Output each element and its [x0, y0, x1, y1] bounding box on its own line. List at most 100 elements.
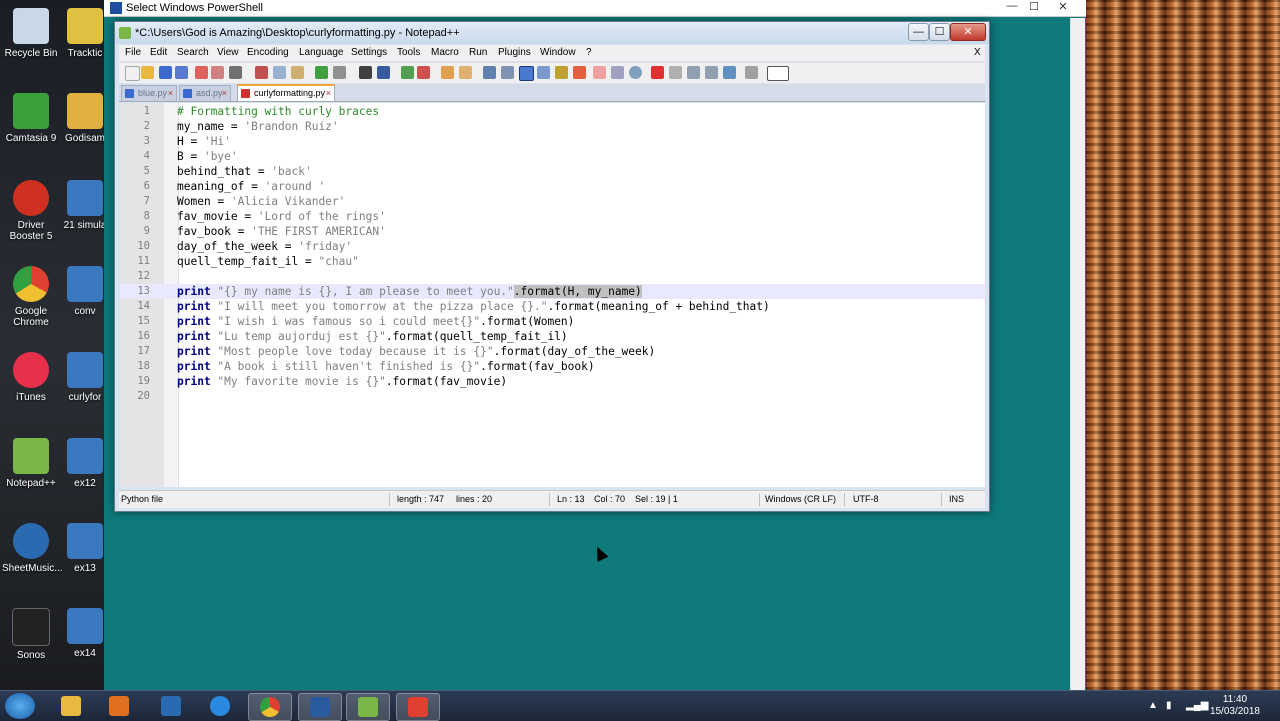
sonos-icon	[12, 608, 50, 646]
code-line: 3H = 'Hi'	[143, 135, 231, 148]
folder-icon	[61, 696, 81, 716]
tab-asd-py[interactable]: asd.py ×	[179, 85, 231, 101]
code-editor[interactable]: 1 # Formatting with curly braces 2 my_name…	[120, 103, 985, 487]
tab-close-icon[interactable]: ×	[168, 86, 173, 101]
powershell-titlebar[interactable]: Select Windows PowerShell — ☐ ✕	[104, 0, 1086, 17]
paste-icon[interactable]	[291, 66, 304, 79]
taskbar-media-player[interactable]	[98, 693, 140, 719]
folder-workspace-icon[interactable]	[593, 66, 606, 79]
redo-icon[interactable]	[333, 66, 346, 79]
replace-icon[interactable]	[377, 66, 390, 79]
menu-window[interactable]: Window	[540, 47, 576, 58]
taskbar-app-a[interactable]	[150, 693, 192, 719]
chrome-icon	[13, 266, 49, 302]
menu-encoding[interactable]: Encoding	[247, 47, 289, 58]
save-icon[interactable]	[159, 66, 172, 79]
minimize-button[interactable]: —	[908, 23, 929, 41]
tab-close-icon[interactable]: ×	[326, 86, 331, 101]
menu-help[interactable]: ?	[586, 47, 592, 58]
minimize-button[interactable]: —	[1001, 0, 1023, 12]
taskbar-powershell[interactable]	[298, 693, 342, 721]
menu-plugins[interactable]: Plugins	[498, 47, 531, 58]
document-tabs: blue.py × asd.py × curlyformatting.py ×	[119, 84, 985, 102]
signal-icon[interactable]: ▂▄▆	[1186, 700, 1208, 711]
menu-search[interactable]: Search	[177, 47, 209, 58]
menu-edit[interactable]: Edit	[150, 47, 167, 58]
close-all-icon[interactable]	[211, 66, 224, 79]
copy-icon[interactable]	[273, 66, 286, 79]
function-list-icon[interactable]	[573, 66, 586, 79]
desktop-icon-notepadpp[interactable]: Notepad++	[2, 438, 60, 489]
desktop-icon-sheetmusic[interactable]: SheetMusic...	[2, 523, 63, 574]
sync-h-icon[interactable]	[459, 66, 472, 79]
system-clock[interactable]: 11:40 15/03/2018	[1210, 694, 1260, 718]
spell-check-icon[interactable]	[767, 66, 789, 81]
desktop-icon-camtasia[interactable]: Camtasia 9	[2, 93, 60, 144]
zoom-out-icon[interactable]	[417, 66, 430, 79]
internet-explorer-icon	[210, 696, 230, 716]
close-button[interactable]: ✕	[950, 23, 986, 41]
code-line: 5 behind_that = 'back'	[143, 165, 312, 178]
driver-booster-icon	[13, 180, 49, 216]
taskbar-file-explorer[interactable]	[50, 693, 92, 719]
desktop-icon-driver-booster[interactable]: Driver Booster 5	[2, 180, 60, 242]
zoom-in-icon[interactable]	[401, 66, 414, 79]
taskbar-internet-explorer[interactable]	[199, 693, 241, 719]
maximize-button[interactable]: ☐	[1023, 0, 1045, 13]
menu-macro[interactable]: Macro	[431, 47, 459, 58]
sync-v-icon[interactable]	[441, 66, 454, 79]
text-selection: .format(H, my_name)	[513, 285, 642, 298]
status-line: Ln : 13	[557, 494, 585, 504]
unsaved-file-icon	[241, 89, 250, 98]
play-multiple-icon[interactable]	[705, 66, 718, 79]
close-button[interactable]: ✕	[1052, 0, 1074, 13]
tab-close-icon[interactable]: ×	[222, 86, 227, 101]
cut-icon[interactable]	[255, 66, 268, 79]
tab-blue-py[interactable]: blue.py ×	[121, 85, 177, 101]
doc-map-icon[interactable]	[555, 66, 568, 79]
menu-file[interactable]: File	[125, 47, 141, 58]
status-bar: Python file length : 747 lines : 20 Ln :…	[119, 490, 985, 508]
powershell-scrollbar[interactable]	[1070, 18, 1085, 690]
desktop-icon-sonos[interactable]: Sonos	[2, 608, 60, 661]
play-macro-icon[interactable]	[687, 66, 700, 79]
find-icon[interactable]	[359, 66, 372, 79]
menu-settings[interactable]: Settings	[351, 47, 387, 58]
python-file-icon	[67, 180, 103, 216]
save-macro-icon[interactable]	[723, 66, 736, 79]
taskbar-camtasia[interactable]	[396, 693, 440, 721]
indent-guide-icon[interactable]	[519, 66, 534, 81]
tools-icon[interactable]	[745, 66, 758, 79]
new-file-icon[interactable]	[125, 66, 140, 81]
record-macro-icon[interactable]	[651, 66, 664, 79]
start-button[interactable]	[5, 693, 35, 719]
monitoring-icon[interactable]	[611, 66, 624, 79]
menu-view[interactable]: View	[217, 47, 239, 58]
show-all-chars-icon[interactable]	[501, 66, 514, 79]
desktop-icon-recycle-bin[interactable]: Recycle Bin	[2, 8, 60, 59]
app-store-icon	[161, 696, 181, 716]
menu-tools[interactable]: Tools	[397, 47, 420, 58]
taskbar-notepadpp[interactable]	[346, 693, 390, 721]
close-document-button[interactable]: X	[974, 47, 981, 58]
eye-icon[interactable]	[629, 66, 642, 79]
save-all-icon[interactable]	[175, 66, 188, 79]
notepadpp-window[interactable]: *C:\Users\God is Amazing\Desktop\curlyfo…	[114, 21, 990, 512]
notepadpp-titlebar[interactable]: *C:\Users\God is Amazing\Desktop\curlyfo…	[115, 22, 989, 44]
lang-define-icon[interactable]	[537, 66, 550, 79]
maximize-button[interactable]: ☐	[929, 23, 950, 41]
taskbar-chrome[interactable]	[248, 693, 292, 721]
print-icon[interactable]	[229, 66, 242, 79]
network-icon[interactable]: ▮	[1166, 700, 1172, 711]
menu-language[interactable]: Language	[299, 47, 344, 58]
show-hidden-icons-icon[interactable]: ▲	[1148, 700, 1158, 711]
menu-run[interactable]: Run	[469, 47, 487, 58]
close-file-icon[interactable]	[195, 66, 208, 79]
tab-curlyformatting-py[interactable]: curlyformatting.py ×	[237, 84, 335, 101]
word-wrap-icon[interactable]	[483, 66, 496, 79]
desktop-icon-chrome[interactable]: Google Chrome	[2, 266, 60, 328]
stop-macro-icon[interactable]	[669, 66, 682, 79]
open-file-icon[interactable]	[141, 66, 154, 79]
undo-icon[interactable]	[315, 66, 328, 79]
desktop-icon-itunes[interactable]: iTunes	[2, 352, 60, 403]
